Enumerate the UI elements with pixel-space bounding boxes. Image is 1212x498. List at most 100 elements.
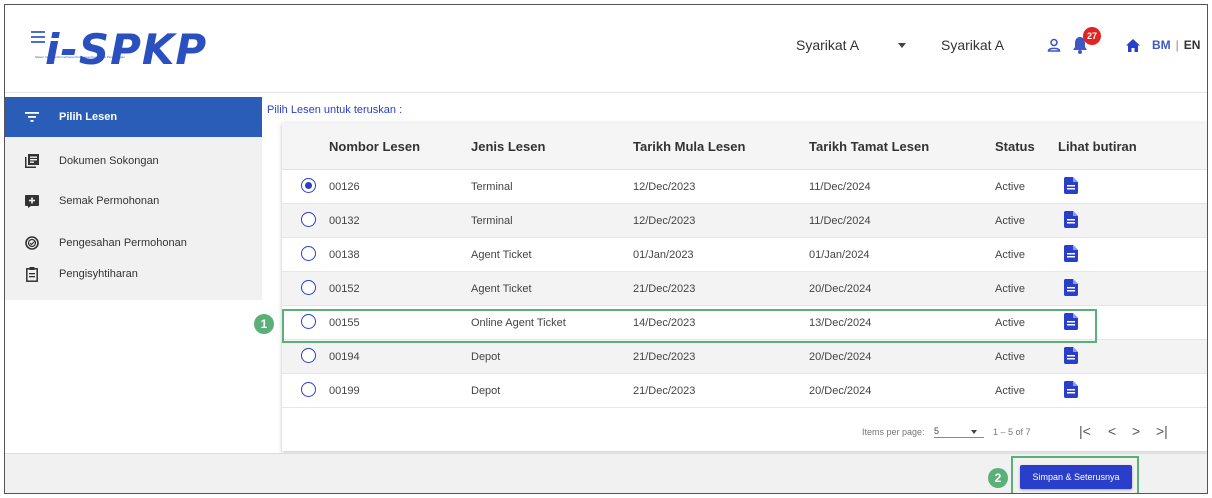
cell-tarikh-mula: 12/Dec/2023 — [633, 181, 696, 193]
page-title: Pilih Lesen untuk teruskan : — [267, 104, 403, 116]
sidebar: Pilih Lesen Dokumen Sokongan Semak Permo… — [5, 97, 262, 300]
column-header-tarikh-mula: Tarikh Mula Lesen — [633, 139, 746, 154]
cell-tarikh-tamat: 20/Dec/2024 — [809, 351, 872, 363]
sidebar-item-label: Pengisyhtiharan — [59, 268, 138, 280]
table-row[interactable]: 00194 Depot 21/Dec/2023 20/Dec/2024 Active — [282, 340, 1207, 374]
row-radio[interactable] — [301, 382, 316, 397]
cell-tarikh-mula: 21/Dec/2023 — [633, 283, 696, 295]
table-row[interactable]: 00132 Terminal 12/Dec/2023 11/Dec/2024 Activ… — [282, 204, 1207, 238]
cell-jenis-lesen: Terminal — [471, 181, 513, 193]
cell-nombor-lesen: 00199 — [329, 385, 360, 397]
cell-jenis-lesen: Online Agent Ticket — [471, 317, 566, 329]
sidebar-item-label: Dokumen Sokongan — [59, 155, 159, 167]
table-row[interactable]: 00152 Agent Ticket 21/Dec/2023 20/Dec/2024 A… — [282, 272, 1207, 306]
cell-status: Active — [995, 181, 1025, 193]
cell-tarikh-tamat: 20/Dec/2024 — [809, 385, 872, 397]
sidebar-item-label: Semak Permohonan — [59, 195, 160, 207]
column-header-status: Status — [995, 139, 1035, 154]
first-page-button[interactable]: |< — [1079, 423, 1091, 439]
cell-nombor-lesen: 00194 — [329, 351, 360, 363]
cell-status: Active — [995, 283, 1025, 295]
cell-nombor-lesen: 00152 — [329, 283, 360, 295]
cell-nombor-lesen: 00132 — [329, 215, 360, 227]
documents-icon — [23, 152, 41, 170]
column-header-lihat-butiran: Lihat butiran — [1058, 139, 1137, 154]
previous-page-button[interactable]: < — [1108, 423, 1116, 439]
cell-tarikh-mula: 01/Jan/2023 — [633, 249, 694, 261]
chevron-down-icon[interactable] — [898, 43, 906, 48]
items-per-page-label: Items per page: — [862, 427, 925, 437]
document-icon[interactable] — [1064, 347, 1078, 369]
table-header: Nombor Lesen Jenis Lesen Tarikh Mula Les… — [282, 123, 1207, 170]
user-icon[interactable] — [1047, 38, 1061, 57]
cell-status: Active — [995, 215, 1025, 227]
cell-nombor-lesen: 00138 — [329, 249, 360, 261]
cell-jenis-lesen: Depot — [471, 385, 501, 397]
chevron-down-icon[interactable] — [971, 430, 977, 434]
row-radio[interactable] — [301, 246, 316, 261]
clipboard-icon — [23, 265, 41, 283]
document-icon[interactable] — [1064, 177, 1078, 199]
document-icon[interactable] — [1064, 313, 1078, 335]
menu-icon[interactable] — [31, 31, 45, 43]
cell-tarikh-tamat: 01/Jan/2024 — [809, 249, 870, 261]
cell-tarikh-mula: 21/Dec/2023 — [633, 385, 696, 397]
cell-nombor-lesen: 00155 — [329, 317, 360, 329]
table-row[interactable]: 00199 Depot 21/Dec/2023 20/Dec/2024 Active — [282, 374, 1207, 408]
filter-list-icon — [23, 108, 41, 126]
step-2-badge: 2 — [988, 468, 1008, 488]
document-icon[interactable] — [1064, 211, 1078, 233]
company-select[interactable]: Syarikat A — [796, 37, 859, 53]
app-window: i-SPKP Sistem Integrasi Permohonan Perle… — [4, 4, 1208, 494]
logo-text: i-SPKP — [45, 25, 208, 74]
paginator: Items per page: 5 1 – 5 of 7 |< < > >| — [282, 413, 1207, 451]
document-icon[interactable] — [1064, 381, 1078, 403]
sidebar-item-semak-permohonan[interactable]: Semak Permohonan — [5, 181, 262, 221]
check-circle-icon — [23, 234, 41, 252]
cell-jenis-lesen: Agent Ticket — [471, 283, 532, 295]
cell-tarikh-tamat: 11/Dec/2024 — [809, 215, 871, 227]
cell-jenis-lesen: Agent Ticket — [471, 249, 532, 261]
cell-status: Active — [995, 317, 1025, 329]
cell-tarikh-tamat: 13/Dec/2024 — [809, 317, 872, 329]
lang-separator: | — [1175, 38, 1179, 52]
save-continue-button[interactable]: Simpan & Seterusnya — [1020, 465, 1132, 489]
cell-tarikh-tamat: 11/Dec/2024 — [809, 181, 871, 193]
document-icon[interactable] — [1064, 245, 1078, 267]
lang-en[interactable]: EN — [1184, 38, 1201, 52]
home-icon[interactable] — [1126, 39, 1140, 57]
top-header: i-SPKP Sistem Integrasi Permohonan Perle… — [5, 5, 1207, 93]
license-table: Nombor Lesen Jenis Lesen Tarikh Mula Les… — [282, 123, 1207, 451]
sidebar-item-label: Pilih Lesen — [59, 111, 118, 123]
cell-tarikh-mula: 12/Dec/2023 — [633, 215, 696, 227]
last-page-button[interactable]: >| — [1156, 423, 1168, 439]
step-1-badge: 1 — [254, 314, 274, 334]
cell-jenis-lesen: Terminal — [471, 215, 513, 227]
table-row[interactable]: 00138 Agent Ticket 01/Jan/2023 01/Jan/2024 A… — [282, 238, 1207, 272]
column-header-tarikh-tamat: Tarikh Tamat Lesen — [809, 139, 930, 154]
cell-tarikh-mula: 21/Dec/2023 — [633, 351, 696, 363]
company-name: Syarikat A — [941, 37, 1005, 53]
page-range: 1 – 5 of 7 — [993, 427, 1031, 437]
document-icon[interactable] — [1064, 279, 1078, 301]
sidebar-item-pengisyhtiharan[interactable]: Pengisyhtiharan — [5, 254, 262, 294]
row-radio[interactable] — [301, 280, 316, 295]
row-radio[interactable] — [301, 314, 316, 329]
language-switcher: BM | EN — [1152, 38, 1200, 52]
cell-nombor-lesen: 00126 — [329, 181, 360, 193]
cell-status: Active — [995, 351, 1025, 363]
logo-subtitle: Sistem Integrasi Permohonan Perlesenan K… — [35, 55, 125, 59]
notification-badge: 27 — [1083, 27, 1101, 45]
cell-jenis-lesen: Depot — [471, 351, 501, 363]
lang-bm[interactable]: BM — [1152, 38, 1171, 52]
row-radio[interactable] — [301, 178, 316, 193]
cell-status: Active — [995, 249, 1025, 261]
sidebar-item-pilih-lesen[interactable]: Pilih Lesen — [5, 97, 262, 137]
next-page-button[interactable]: > — [1132, 423, 1140, 439]
row-radio[interactable] — [301, 212, 316, 227]
cell-tarikh-mula: 14/Dec/2023 — [633, 317, 696, 329]
table-row[interactable]: 00155 Online Agent Ticket 14/Dec/2023 13/De… — [282, 306, 1207, 340]
row-radio[interactable] — [301, 348, 316, 363]
table-row[interactable]: 00126 Terminal 12/Dec/2023 11/Dec/2024 Activ… — [282, 170, 1207, 204]
sidebar-item-dokumen-sokongan[interactable]: Dokumen Sokongan — [5, 141, 262, 181]
